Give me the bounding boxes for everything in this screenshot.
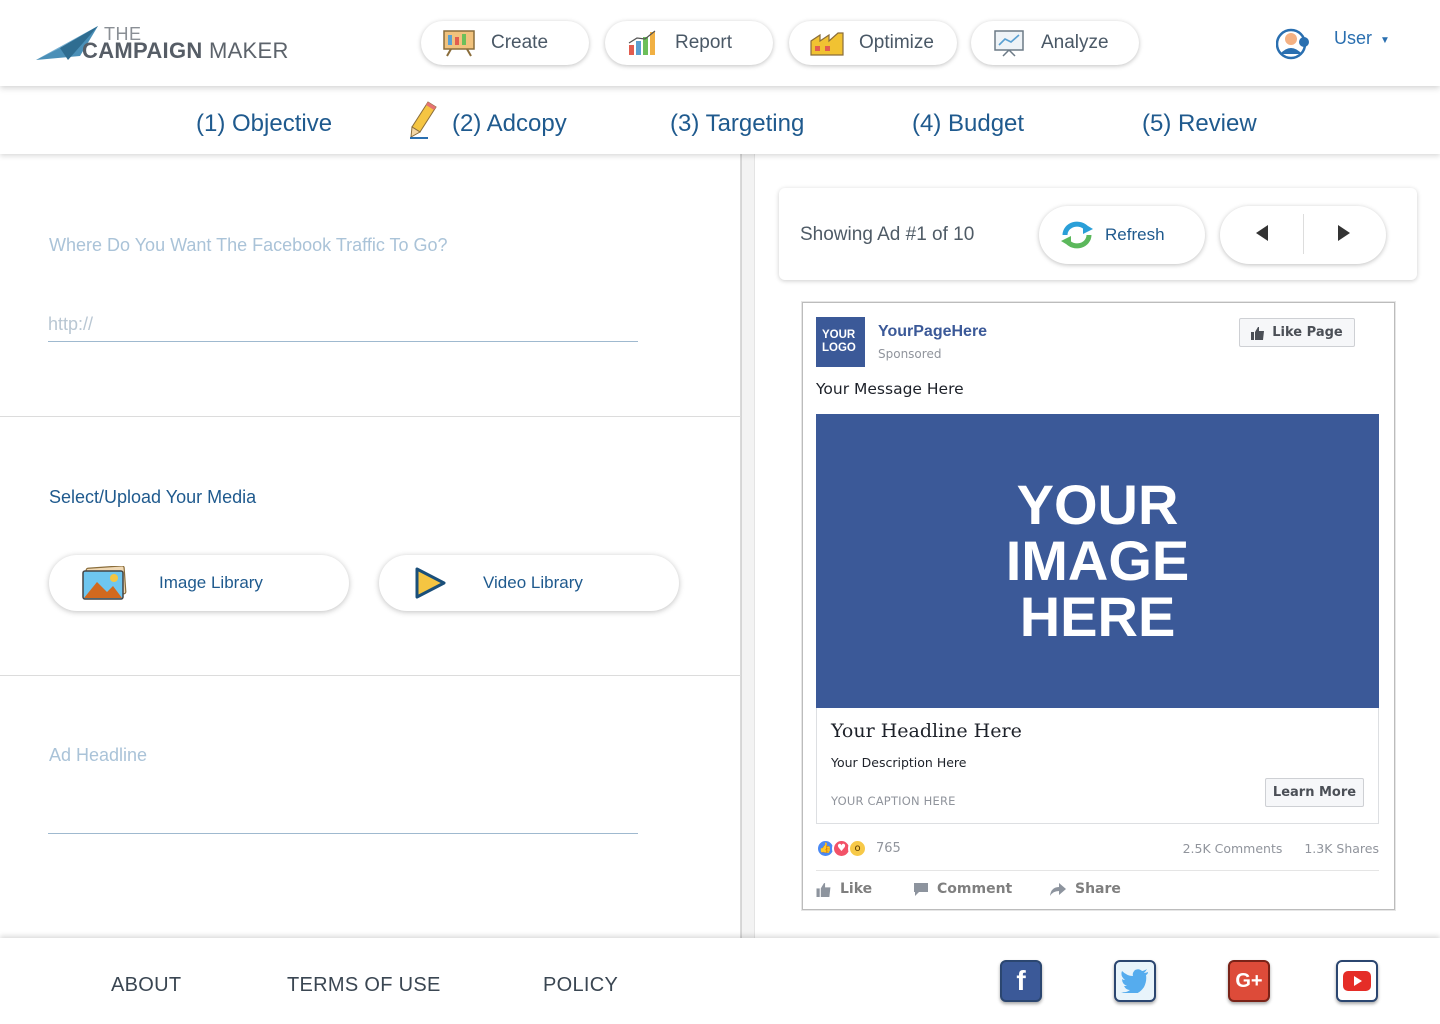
video-library-button[interactable]: Video Library [379, 555, 679, 611]
wow-reaction-icon: o [848, 839, 867, 858]
image-text-line-2: IMAGE [1005, 529, 1190, 592]
refresh-icon [1061, 221, 1093, 249]
logo-line-2: LOGO [822, 342, 856, 354]
step-adcopy[interactable]: (2) Adcopy [452, 110, 567, 138]
nav-report-button[interactable]: Report [605, 21, 773, 65]
like-action[interactable]: Like [816, 881, 872, 897]
step-targeting[interactable]: (3) Targeting [670, 110, 804, 138]
step-review[interactable]: (5) Review [1142, 110, 1257, 138]
ad-headline-label: Ad Headline [49, 745, 148, 765]
page-logo: YOUR LOGO [816, 317, 865, 367]
nav-optimize-label: Optimize [859, 32, 934, 53]
like-page-button[interactable]: Like Page [1239, 318, 1355, 347]
youtube-play-icon [1343, 971, 1371, 991]
sponsored-label: Sponsored [878, 347, 942, 361]
logo-name: CAMPAIGN MAKER [82, 38, 289, 63]
section-divider [0, 416, 741, 417]
share-action-label: Share [1075, 881, 1121, 897]
nav-optimize-button[interactable]: Optimize [789, 21, 957, 65]
like-page-label: Like Page [1272, 325, 1343, 340]
shares-count[interactable]: 1.3K Shares [1304, 841, 1379, 856]
ad-pager [1220, 206, 1386, 264]
user-avatar-icon [1276, 28, 1309, 60]
reactions-summary[interactable]: 👍 ♥ o 765 [816, 839, 901, 858]
facebook-glyph: f [1016, 965, 1026, 996]
wizard-steps: (1) Objective (2) Adcopy (3) Targeting (… [0, 86, 1440, 154]
user-dropdown-caret-icon: ▼ [1380, 35, 1390, 46]
campaign-maker-logo[interactable]: THE CAMPAIGN MAKER [34, 24, 304, 68]
ad-image-placeholder: YOUR IMAGE HERE [816, 414, 1379, 708]
url-placeholder: http:// [48, 314, 94, 334]
user-label: User [1334, 28, 1373, 48]
ad-caption: YOUR CAPTION HERE [831, 794, 956, 808]
nav-report-label: Report [675, 32, 733, 53]
image-gallery-icon [82, 566, 127, 600]
pencil-icon [410, 101, 437, 139]
thumbs-up-icon [1251, 326, 1265, 340]
youtube-icon[interactable] [1336, 960, 1378, 1002]
share-action[interactable]: Share [1049, 881, 1121, 897]
comment-bubble-icon [914, 882, 928, 896]
section-divider [0, 675, 741, 676]
pager-separator [1303, 214, 1304, 254]
facebook-icon[interactable]: f [1000, 960, 1042, 1002]
google-plus-icon[interactable]: G+ [1228, 960, 1270, 1002]
nav-analyze-button[interactable]: Analyze [971, 21, 1139, 65]
image-text-line-1: YOUR [1016, 473, 1179, 536]
footer-terms-link[interactable]: TERMS OF USE [287, 974, 441, 997]
nav-create-button[interactable]: Create [421, 21, 589, 65]
twitter-bird-icon [1121, 969, 1148, 993]
ad-headline: Your Headline Here [831, 720, 1022, 742]
footer-about-link[interactable]: ABOUT [111, 974, 181, 997]
comment-action-label: Comment [937, 881, 1013, 897]
previous-ad-icon[interactable] [1256, 225, 1268, 241]
image-library-button[interactable]: Image Library [49, 555, 349, 611]
easel-icon [443, 30, 475, 57]
play-video-icon [415, 567, 446, 599]
ad-counter: Showing Ad #1 of 10 [800, 224, 975, 245]
refresh-label: Refresh [1105, 225, 1165, 244]
share-arrow-icon [1050, 882, 1066, 896]
like-thumb-icon [816, 882, 831, 897]
google-plus-glyph: G+ [1235, 969, 1263, 992]
ad-link-box[interactable]: Your Headline Here Your Description Here… [816, 708, 1379, 824]
presentation-chart-icon [994, 30, 1024, 57]
ad-description: Your Description Here [831, 755, 967, 770]
ad-message: Your Message Here [816, 380, 964, 398]
next-ad-icon[interactable] [1338, 225, 1350, 241]
nav-create-label: Create [491, 32, 549, 53]
like-action-label: Like [840, 881, 873, 897]
step-objective[interactable]: (1) Objective [196, 110, 332, 138]
traffic-question: Where Do You Want The Facebook Traffic T… [49, 235, 448, 255]
top-navbar: THE CAMPAIGN MAKER Create Report Optimiz… [0, 0, 1440, 86]
page-footer: ABOUT TERMS OF USE POLICY f G+ [0, 938, 1440, 1024]
nav-analyze-label: Analyze [1041, 32, 1109, 53]
step-budget[interactable]: (4) Budget [912, 110, 1024, 138]
image-text-line-3: HERE [1019, 585, 1176, 648]
destination-url-input[interactable]: http:// [48, 314, 638, 342]
refresh-button[interactable]: Refresh [1039, 206, 1205, 264]
page-name[interactable]: YourPageHere [878, 323, 987, 341]
user-menu[interactable]: User ▼ [1276, 24, 1390, 62]
logo-line-1: YOUR [822, 329, 856, 341]
factory-icon [810, 32, 844, 56]
image-library-label: Image Library [159, 573, 263, 592]
learn-more-button[interactable]: Learn More [1265, 778, 1364, 807]
ad-headline-input[interactable] [48, 806, 638, 834]
ad-action-bar: Like Comment Share [816, 870, 1379, 906]
footer-policy-link[interactable]: POLICY [543, 974, 618, 997]
bar-chart-icon [628, 30, 656, 55]
ad-preview-toolbar: Showing Ad #1 of 10 Refresh [779, 188, 1417, 280]
reaction-count: 765 [876, 841, 901, 856]
facebook-ad-preview: YOUR LOGO YourPageHere Sponsored Like Pa… [802, 302, 1395, 910]
engagement-counts: 2.5K Comments 1.3K Shares [1165, 841, 1379, 856]
comment-action[interactable]: Comment [913, 881, 1012, 897]
twitter-icon[interactable] [1114, 960, 1156, 1002]
panel-divider[interactable] [741, 154, 755, 938]
comments-count[interactable]: 2.5K Comments [1183, 841, 1283, 856]
media-section-title: Select/Upload Your Media [49, 487, 257, 507]
video-library-label: Video Library [483, 573, 583, 592]
